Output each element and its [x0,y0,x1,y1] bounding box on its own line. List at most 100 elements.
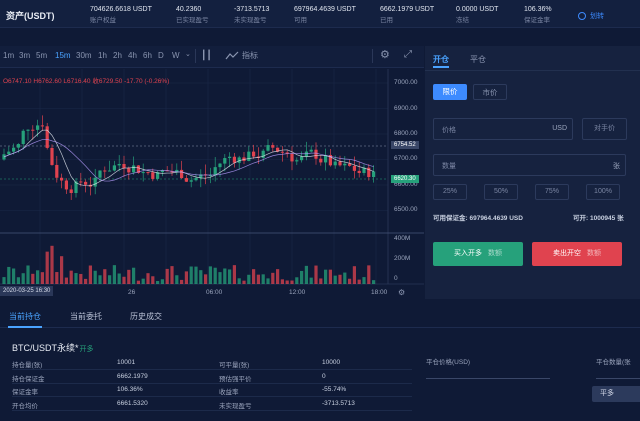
volume-bar [117,273,121,284]
tab-close-position[interactable]: 平仓 [470,54,486,65]
candle-body [132,165,136,173]
volume-bar [367,265,371,284]
candle-body [343,163,347,166]
position-row: 开仓均价 6661.5320 未实现盈亏 -3713.5713 [12,397,412,411]
volume-bar [309,277,313,284]
volume-bar [141,278,145,284]
ohlc-open: O6747.10 [3,78,32,85]
price-chart[interactable]: O6747.10 H6762.60 L6716.40 收6729.50 -17.… [0,69,424,299]
fullscreen-icon[interactable]: ⤢ [404,49,412,60]
candle-body [151,172,155,179]
close-long-button[interactable]: 平多 [592,386,640,402]
candle-body [12,147,16,152]
timeframe-6h[interactable]: 6h [143,51,152,60]
stat-realized-pnl: 40.2360 已实现盈亏 [176,6,209,24]
transfer-icon [578,12,586,20]
position-contract: BTC/USDT永续*开多 [12,343,94,353]
volume-bar [151,276,155,284]
volume-bar [314,265,318,284]
volume-bar [40,272,44,284]
volume-bar [280,279,284,284]
timeframe-1m[interactable]: 1m [3,51,14,60]
volume-bar [372,280,376,284]
volume-bar [136,280,140,284]
toolbar-divider [195,49,196,63]
volume-bar [218,272,222,284]
indicator-icon [225,51,239,59]
candle-body [266,145,270,151]
percent-100-button[interactable]: 100% [586,184,620,200]
candle-body [338,161,342,166]
position-row: 持仓量(张) 10001 可平量(张) 10000 [12,356,412,370]
volume-bar [256,274,260,284]
sell-short-button[interactable]: 卖出开空 数额 [532,242,622,266]
timeframe-5m[interactable]: 5m [36,51,47,60]
percent-75-button[interactable]: 75% [535,184,569,200]
tab-current-orders[interactable]: 当前委托 [70,311,102,322]
tab-current-positions[interactable]: 当前持仓 [9,311,41,322]
timeframe-4h[interactable]: 4h [128,51,137,60]
volume-bar [69,270,73,284]
close-qty-input[interactable] [596,378,640,379]
candle-body [357,170,361,174]
chart-toolbar: 1m 3m 5m 15m 30m 1h 2h 4h 6h D W ⌄ ┃┃ 指标… [0,46,424,68]
volume-bar [247,274,251,284]
candle-body [7,151,11,155]
candle-body [122,163,126,169]
volume-bar [175,275,179,284]
candle-body [314,149,318,159]
timeframe-15m[interactable]: 15m [55,51,71,60]
volume-bar [362,277,366,284]
limit-order-button[interactable]: 限价 [433,84,467,100]
toolbar-divider [372,49,373,63]
tab-open-position[interactable]: 开仓 [433,54,449,65]
candle-body [60,177,64,181]
timeframe-2h[interactable]: 2h [113,51,122,60]
close-price-input[interactable] [426,378,550,379]
timeframe-1h[interactable]: 1h [98,51,107,60]
gear-icon[interactable]: ⚙ [380,48,390,61]
volume-bar [84,278,88,284]
chevron-down-icon[interactable]: ⌄ [185,50,191,58]
candle-body [117,163,121,166]
trading-app: 资产(USDT) 704626.6618 USDT 账户权益 40.2360 已实现… [0,0,640,421]
volume-bar [108,275,112,284]
tab-trade-history[interactable]: 历史成交 [130,311,162,322]
timeframe-d[interactable]: D [158,51,164,60]
counterparty-price-button[interactable]: 对手价 [582,118,627,140]
chart-settings-icon[interactable]: ⚙ [398,288,405,297]
candle-body [69,189,73,194]
position-row: 持仓保证金 6662.1979 预估强平价 0 [12,370,412,384]
volume-bar [26,265,30,284]
volume-bar [184,271,188,284]
percent-50-button[interactable]: 50% [484,184,518,200]
volume-bar [204,274,208,284]
volume-bar [103,269,107,284]
close-price-label: 平仓价格(USD) [426,359,471,366]
quantity-input[interactable]: 数量 张 [433,154,626,176]
timeframe-30m[interactable]: 30m [76,51,92,60]
volume-bar [122,276,126,284]
volume-bar [98,275,102,284]
percent-25-button[interactable]: 25% [433,184,467,200]
candle-body [103,170,107,172]
indicator-button[interactable]: 指标 [225,50,258,61]
volume-bar [93,270,97,284]
volume-bar [170,266,174,284]
volume-tick: 0 [394,275,398,282]
volume-bar [338,274,342,284]
volume-bar [146,273,150,284]
volume-bar [12,268,16,284]
timeframe-w[interactable]: W [172,51,180,60]
volume-bar [160,279,164,284]
candle-body [228,156,232,159]
timeframe-3m[interactable]: 3m [19,51,30,60]
candle-body [36,125,40,130]
volume-bar [2,277,6,284]
transfer-button[interactable]: 划转 [578,11,604,21]
buy-long-button[interactable]: 买入开多 数额 [433,242,523,266]
market-order-button[interactable]: 市价 [473,84,507,100]
price-input[interactable]: 价格 USD [433,118,573,140]
candlestick-icon[interactable]: ┃┃ [201,50,212,61]
volume-bar [324,269,328,284]
